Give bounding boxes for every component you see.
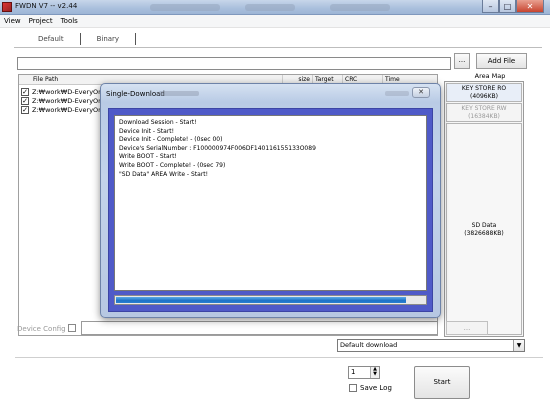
area-name: KEY STORE RW (461, 105, 507, 112)
tab-strip: Default Binary (22, 32, 137, 46)
row-checkbox[interactable]: ✓ (21, 87, 29, 96)
progress-fill (116, 297, 406, 303)
title-bar-blur (245, 4, 295, 11)
tab-default[interactable]: Default (22, 33, 80, 45)
device-config-checkbox[interactable] (68, 324, 76, 332)
menu-tools[interactable]: Tools (57, 17, 82, 25)
device-config-label: Device Config (17, 325, 66, 333)
download-mode-value: Default download (340, 341, 398, 349)
row-file-path: Z:₩work₩D-EveryOn₩ (32, 105, 109, 114)
download-log: Download Session - Start! Device Init - … (114, 115, 427, 291)
section-divider (15, 357, 543, 358)
single-download-dialog: Single-Download ✕ Download Session - Sta… (100, 83, 441, 318)
area-size: (16384KB) (468, 113, 500, 120)
area-name: SD Data (471, 221, 497, 229)
area-key-store-rw[interactable]: KEY STORE RW (16384KB) (446, 103, 522, 122)
tab-divider (135, 33, 137, 45)
dialog-title: Single-Download (106, 90, 165, 98)
log-line: Device's SerialNumber : F100000974F006DF… (119, 144, 316, 152)
area-size: (4096KB) (469, 93, 498, 100)
log-line: Download Session - Start! (119, 119, 197, 126)
menu-project[interactable]: Project (25, 17, 57, 25)
row-file-path: Z:₩work₩D-EveryOn₩ (32, 96, 109, 105)
log-line: Write BOOT - Complete! - (0sec 79) (119, 161, 226, 169)
maximize-button[interactable]: □ (499, 0, 516, 13)
table-row[interactable]: ✓ Z:₩work₩D-EveryOn₩ (21, 87, 109, 96)
start-button[interactable]: Start (414, 366, 470, 399)
close-button[interactable]: ✕ (516, 0, 544, 13)
title-blur (159, 91, 199, 96)
area-name: KEY STORE RO (461, 85, 507, 92)
area-key-store-ro[interactable]: KEY STORE RO (4096KB) (446, 83, 522, 102)
log-line: Write BOOT - Start! (119, 153, 177, 161)
row-checkbox[interactable]: ✓ (21, 105, 29, 114)
count-spinner[interactable]: 1 ▲ ▼ (348, 366, 380, 379)
log-line: "SD Data" AREA Write - Start! (119, 170, 209, 178)
device-config-input[interactable] (81, 321, 438, 335)
log-line: Device Init - Start! (119, 127, 175, 135)
table-row[interactable]: ✓ Z:₩work₩D-EveryOn₩ (21, 96, 109, 105)
area-size: (3826688KB) (464, 229, 504, 237)
tab-binary[interactable]: Binary (81, 33, 136, 45)
chevron-down-icon[interactable]: ▼ (513, 340, 524, 351)
save-log-option[interactable]: Save Log (349, 384, 392, 392)
save-log-checkbox[interactable] (349, 384, 357, 392)
row-checkbox[interactable]: ✓ (21, 96, 29, 105)
minimize-button[interactable]: – (482, 0, 499, 13)
tab-panel-border (14, 47, 542, 48)
file-path-input[interactable] (17, 57, 451, 70)
download-progress-bar (114, 295, 427, 305)
browse-button[interactable]: ... (454, 53, 470, 69)
save-log-label: Save Log (360, 384, 392, 392)
window-controls: – □ ✕ (482, 0, 544, 13)
title-bar-blur (330, 4, 390, 11)
dialog-body: Download Session - Start! Device Init - … (108, 108, 433, 312)
table-row[interactable]: ✓ Z:₩work₩D-EveryOn₩ (21, 105, 109, 114)
spinner-arrows-icon[interactable]: ▲ ▼ (370, 367, 379, 378)
count-value: 1 (351, 368, 356, 376)
device-config-browse-button[interactable]: ... (446, 321, 488, 335)
title-bar[interactable]: FWDN V7 -- v2.44 – □ ✕ (0, 0, 550, 15)
title-bar-blur (150, 4, 220, 11)
area-sd-data[interactable]: SD Data (3826688KB) (446, 123, 522, 335)
area-map-panel: KEY STORE RO (4096KB) KEY STORE RW (1638… (444, 81, 524, 337)
add-file-button[interactable]: Add File (476, 53, 527, 69)
app-icon (2, 2, 12, 12)
menu-view[interactable]: View (0, 17, 25, 25)
download-mode-select[interactable]: Default download ▼ (337, 339, 525, 352)
log-line: Device Init - Complete! - (0sec 00) (119, 136, 223, 144)
title-blur (385, 91, 409, 96)
dialog-close-button[interactable]: ✕ (412, 87, 430, 98)
row-file-path: Z:₩work₩D-EveryOn₩ (32, 87, 109, 96)
area-map-title: Area Map (474, 72, 506, 80)
window-title: FWDN V7 -- v2.44 (15, 2, 78, 10)
menu-bar: View Project Tools (0, 15, 550, 28)
